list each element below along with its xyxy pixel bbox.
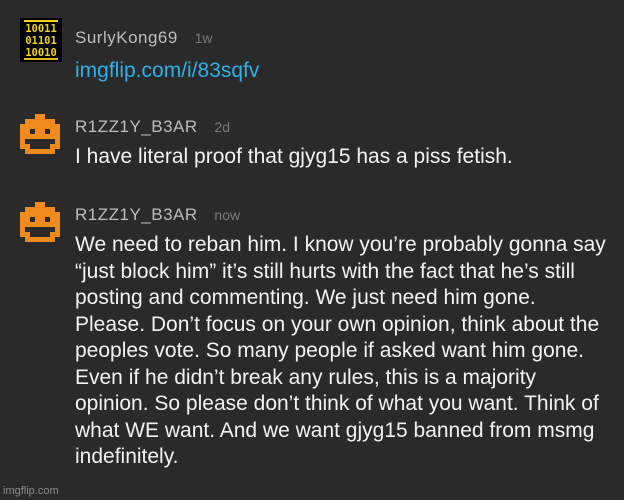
avatar-binary-row-1: 10011 (25, 23, 57, 35)
comment: R1ZZ1Y_B3AR now We need to reban him. I … (0, 190, 624, 490)
comment-text: I have literal proof that gjyg15 has a p… (75, 145, 513, 168)
orange-pixel-face-icon[interactable] (20, 202, 60, 242)
comment-meta: R1ZZ1Y_B3AR now (75, 205, 240, 225)
comment: R1ZZ1Y_B3AR 2d I have literal proof that… (0, 100, 624, 190)
username[interactable]: R1ZZ1Y_B3AR (75, 205, 198, 224)
comment-meta: SurlyKong69 1w (75, 28, 212, 48)
timestamp: 2d (214, 119, 230, 135)
binary-avatar-icon[interactable]: 10011 01101 10010 (20, 18, 62, 62)
username[interactable]: R1ZZ1Y_B3AR (75, 117, 198, 136)
imgflip-watermark: imgflip.com (3, 485, 59, 497)
comment-text: We need to reban him. I know you’re prob… (75, 233, 606, 468)
comment-text: imgflip.com/i/83sqfv (75, 58, 610, 85)
username[interactable]: SurlyKong69 (75, 28, 178, 47)
timestamp: now (214, 207, 241, 223)
orange-pixel-face-icon[interactable] (20, 114, 60, 154)
avatar-binary-row-2: 01101 (25, 35, 57, 47)
comment-meta: R1ZZ1Y_B3AR 2d (75, 117, 230, 137)
comment: 10011 01101 10010 SurlyKong69 1w imgflip… (0, 0, 624, 100)
comment-link[interactable]: imgflip.com/i/83sqfv (75, 59, 259, 82)
avatar-binary-row-3: 10010 (25, 47, 57, 59)
timestamp: 1w (194, 30, 213, 46)
